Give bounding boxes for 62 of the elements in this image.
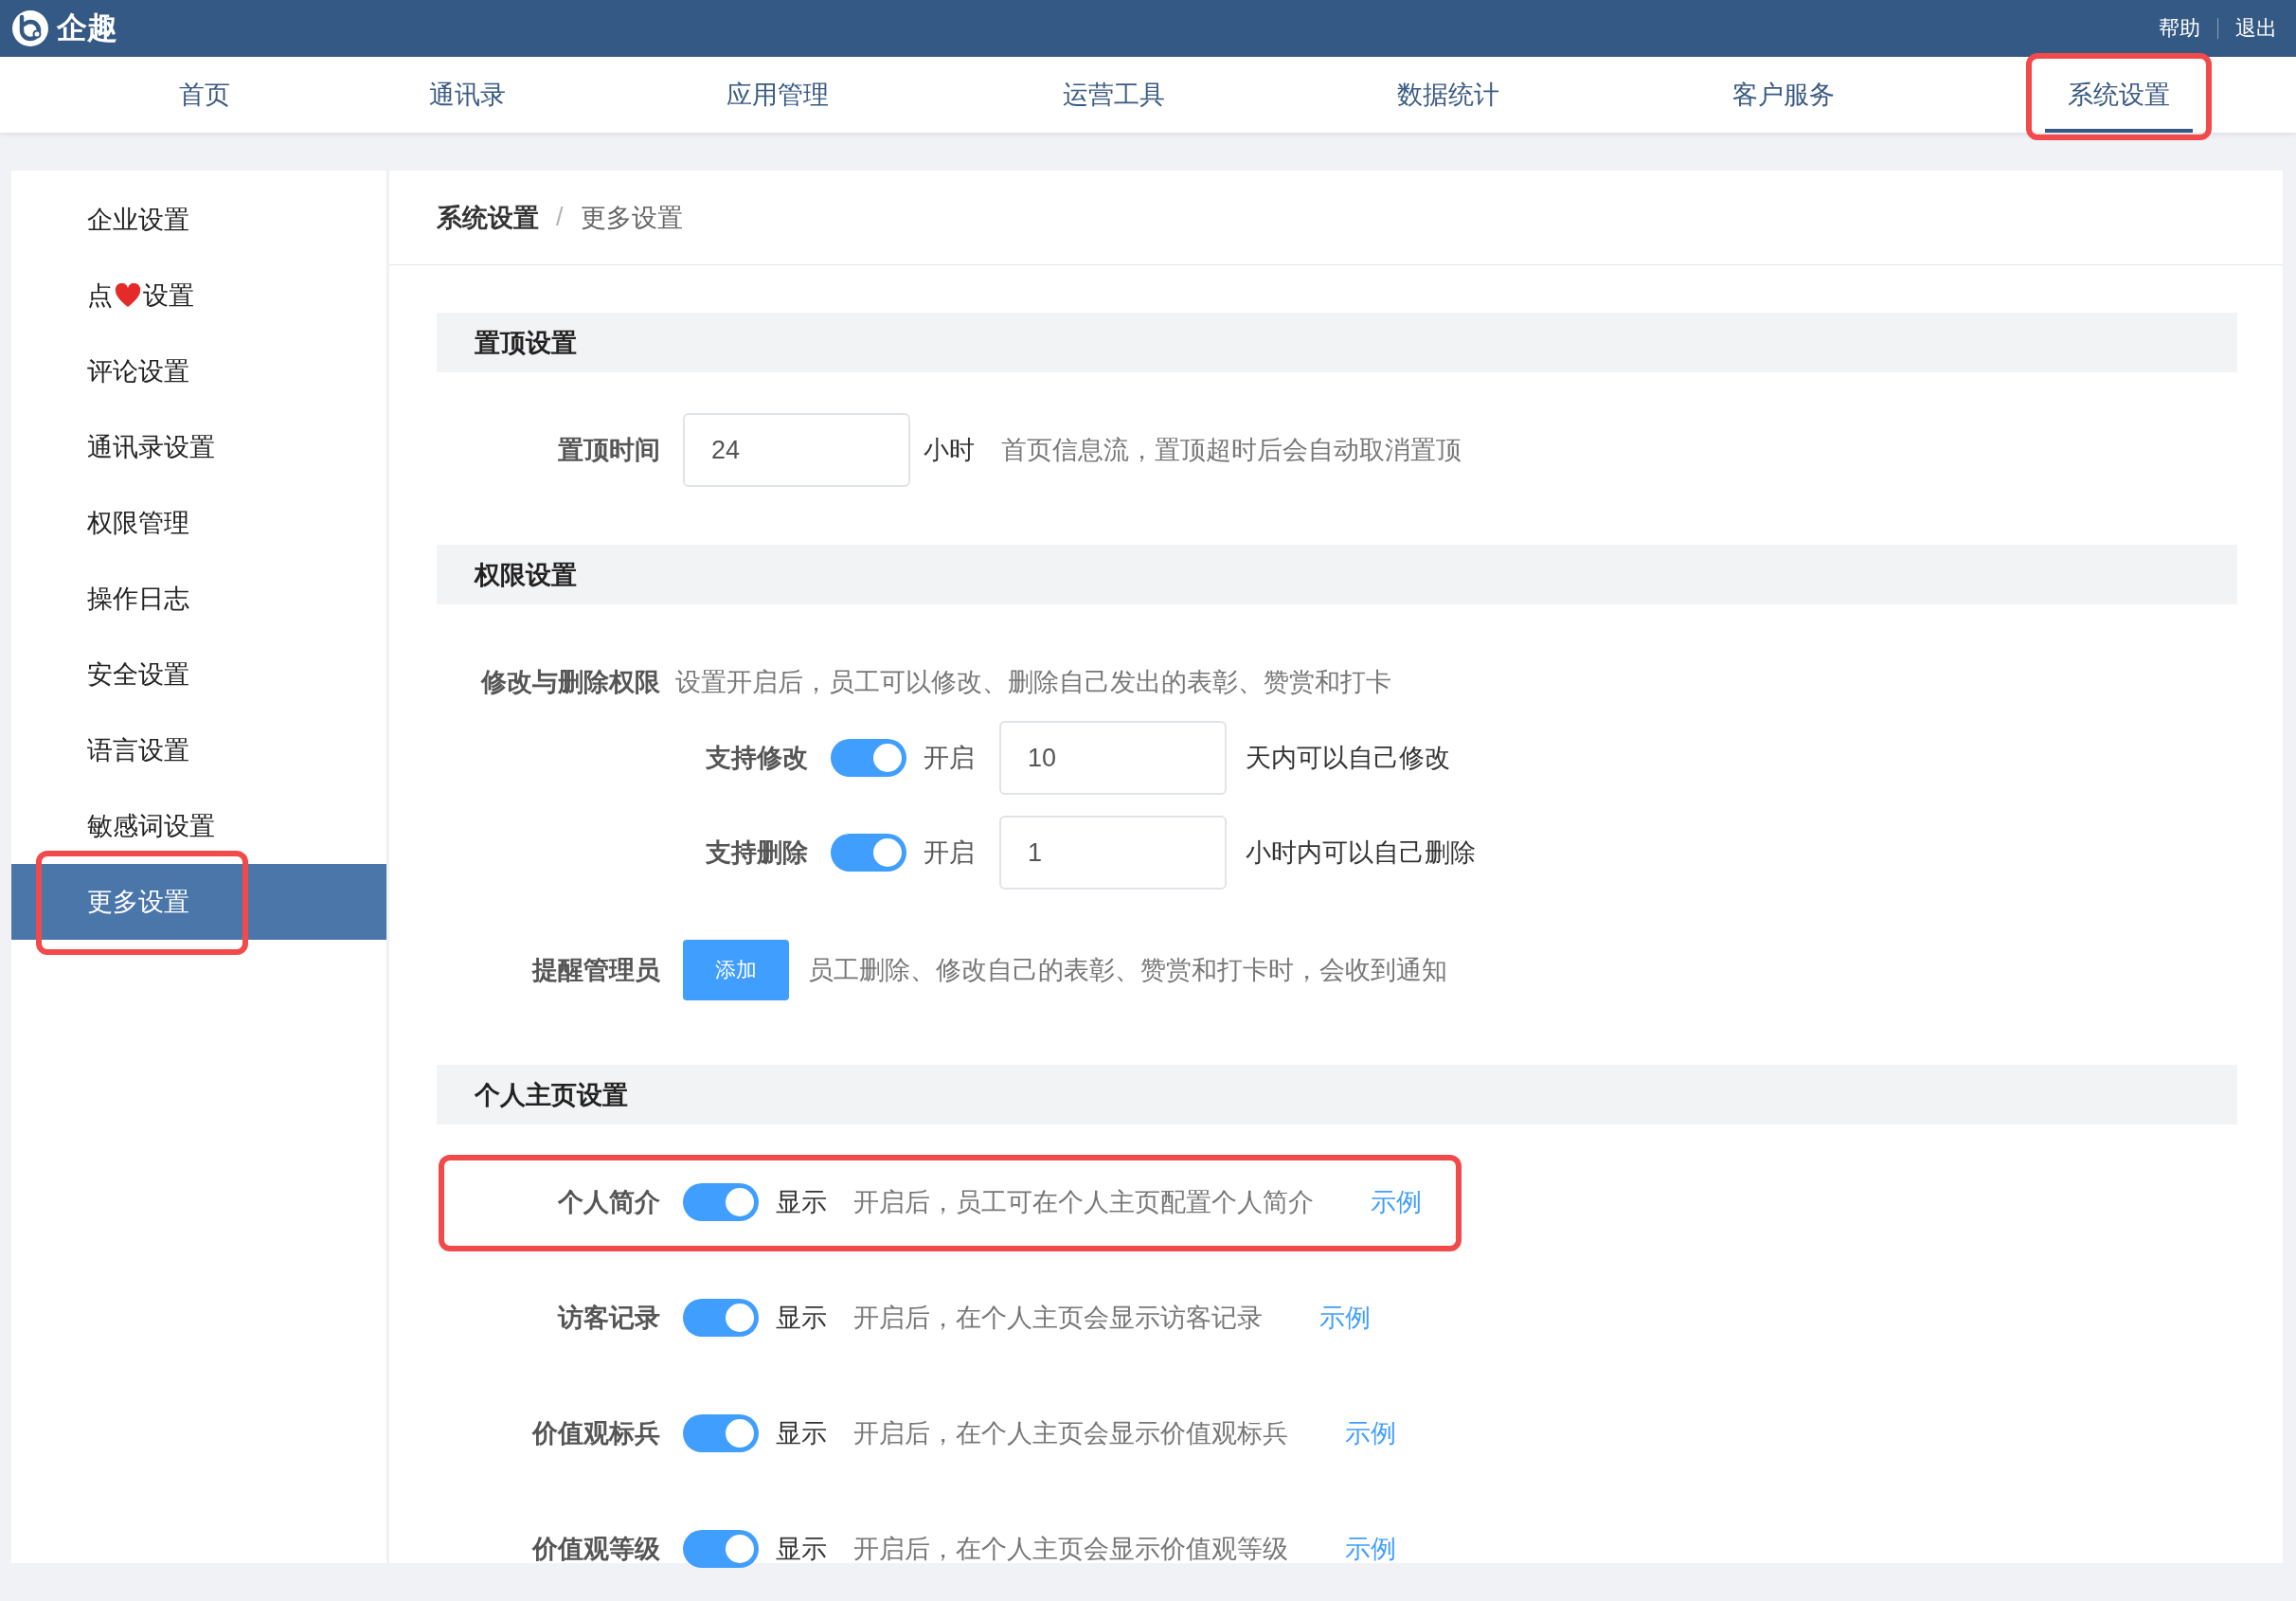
- nav-tab[interactable]: 首页: [156, 57, 253, 133]
- hint-text: 开启后，在个人主页会显示价值观等级: [853, 1534, 1288, 1565]
- toggle-state-text: 显示: [776, 1303, 827, 1334]
- toggle-switch[interactable]: [683, 1183, 759, 1221]
- heart-icon: [115, 283, 141, 308]
- breadcrumb-item[interactable]: 系统设置: [437, 200, 539, 235]
- hint-text: 开启后，员工可在个人主页配置个人简介: [853, 1187, 1314, 1218]
- header-link[interactable]: 退出: [2235, 14, 2277, 43]
- sidebar-item[interactable]: 安全设置: [11, 637, 386, 712]
- breadcrumb-item: 更多设置: [580, 202, 683, 234]
- sidebar-item[interactable]: 权限管理: [11, 485, 386, 561]
- sidebar-item[interactable]: 操作日志: [11, 561, 386, 637]
- toggle-switch[interactable]: [831, 739, 906, 777]
- setting-label: 支持修改: [705, 743, 808, 774]
- nav-tab[interactable]: 数据统计: [1374, 57, 1522, 133]
- toggle-state-text: 开启: [924, 743, 975, 774]
- unit-text: 小时内可以自己删除: [1246, 837, 1476, 869]
- setting-label: 个人简介: [557, 1187, 660, 1218]
- hint-text: 开启后，在个人主页会显示访客记录: [853, 1303, 1263, 1334]
- toggle-state-text: 显示: [776, 1418, 827, 1449]
- hint-text: 首页信息流，置顶超时后会自动取消置顶: [1001, 435, 1462, 466]
- input-field[interactable]: 1: [999, 816, 1227, 890]
- sidebar-item[interactable]: 语言设置: [11, 712, 386, 788]
- sidebar-item[interactable]: 更多设置: [11, 864, 386, 940]
- toggle-switch[interactable]: [831, 834, 906, 872]
- nav-tab[interactable]: 通讯录: [406, 57, 529, 133]
- setting-label: 价值观标兵: [530, 1418, 660, 1449]
- sidebar-item[interactable]: 企业设置: [11, 182, 386, 258]
- logo-icon: [11, 9, 49, 47]
- toggle-state-text: 开启: [924, 837, 975, 869]
- hint-text: 员工删除、修改自己的表彰、赞赏和打卡时，会收到通知: [808, 955, 1447, 986]
- setting-label: 价值观等级: [530, 1534, 660, 1565]
- toggle-switch[interactable]: [683, 1530, 759, 1568]
- nav-tab[interactable]: 应用管理: [704, 57, 852, 133]
- input-field[interactable]: 24: [683, 413, 910, 487]
- setting-label: 提醒管理员: [530, 955, 660, 986]
- setting-label: 支持删除: [705, 837, 808, 869]
- sidebar-item[interactable]: 评论设置: [11, 333, 386, 409]
- nav-tab[interactable]: 运营工具: [1040, 57, 1188, 133]
- sidebar-item[interactable]: 点 设置: [11, 258, 386, 333]
- hint-text: 开启后，在个人主页会显示价值观标兵: [853, 1418, 1288, 1449]
- setting-label: 访客记录: [556, 1303, 660, 1334]
- toggle-state-text: 显示: [776, 1534, 827, 1565]
- breadcrumb-separator: /: [556, 203, 564, 232]
- setting-label: 置顶时间: [557, 435, 660, 466]
- nav-tab[interactable]: 客户服务: [1710, 57, 1857, 133]
- sidebar-item[interactable]: 敏感词设置: [11, 788, 386, 864]
- toggle-state-text: 显示: [776, 1187, 827, 1218]
- logo-text: 企趣: [57, 9, 117, 46]
- description-text: 设置开启后，员工可以修改、删除自己发出的表彰、赞赏和打卡: [675, 667, 1391, 698]
- section-header: 置顶设置: [437, 313, 2237, 372]
- nav-tab[interactable]: 系统设置: [2045, 57, 2193, 133]
- input-field[interactable]: 10: [999, 721, 1227, 795]
- sidebar-item[interactable]: 通讯录设置: [11, 409, 386, 485]
- toggle-switch[interactable]: [683, 1414, 759, 1452]
- unit-text: 天内可以自己修改: [1246, 743, 1450, 774]
- toggle-switch[interactable]: [683, 1299, 759, 1337]
- section-header: 个人主页设置: [437, 1065, 2237, 1124]
- section-header: 权限设置: [437, 545, 2237, 604]
- header-link[interactable]: 帮助: [2159, 14, 2200, 43]
- unit-text: 小时: [924, 435, 975, 466]
- setting-label: 修改与删除权限: [479, 667, 660, 698]
